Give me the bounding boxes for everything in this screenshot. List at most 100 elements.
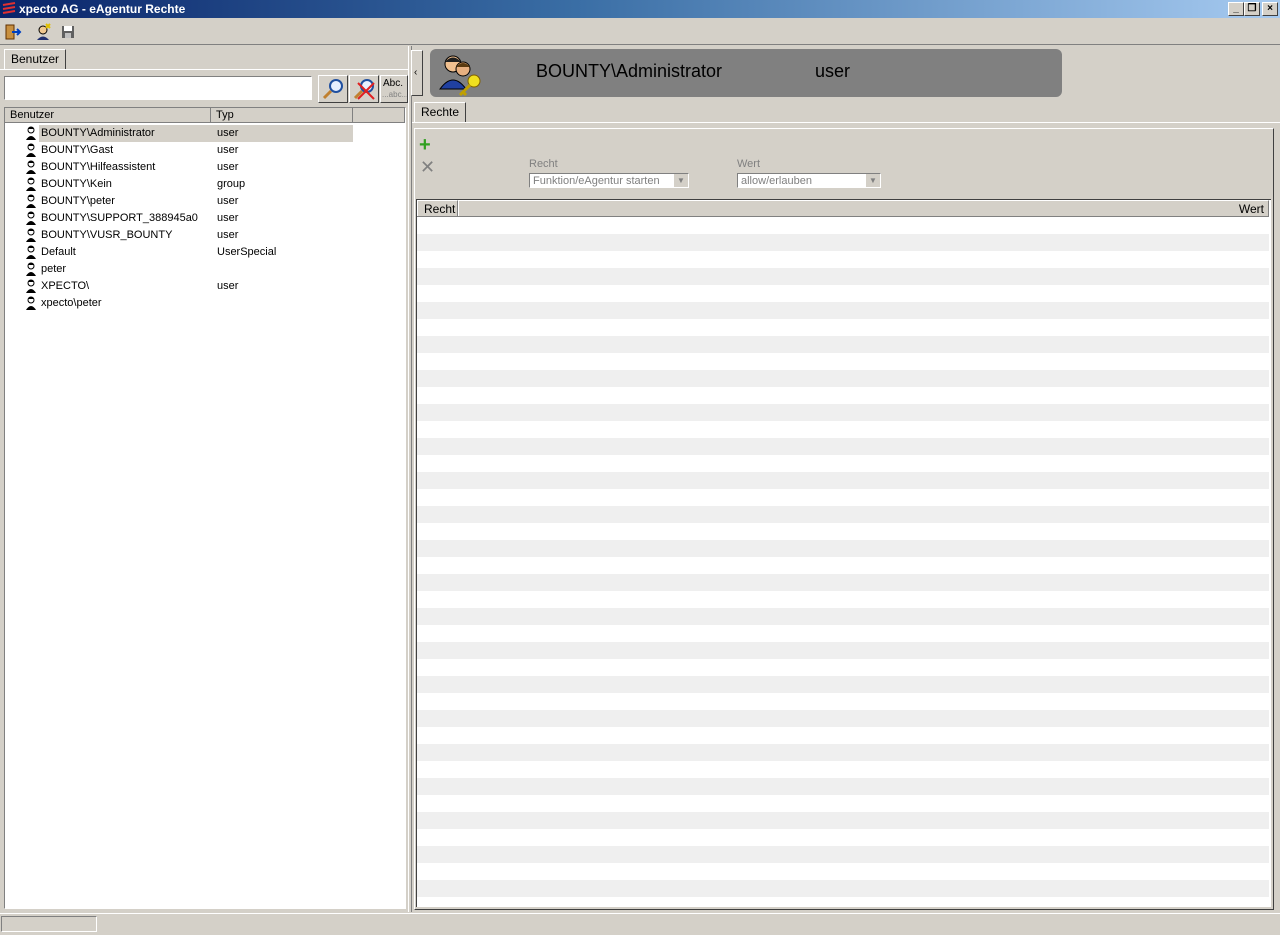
user-list-row[interactable]: XPECTO\ user: [5, 278, 405, 295]
grid-empty-row: [417, 285, 1269, 302]
user-name: BOUNTY\VUSR_BOUNTY: [41, 229, 173, 241]
grid-empty-row: [417, 404, 1269, 421]
user-icon: [26, 211, 36, 225]
user-list-row[interactable]: BOUNTY\Hilfeassistent user: [5, 159, 405, 176]
grid-empty-row: [417, 387, 1269, 404]
user-list-row[interactable]: peter: [5, 261, 405, 278]
grid-empty-row: [417, 302, 1269, 319]
grid-empty-row: [417, 795, 1269, 812]
grid-empty-row: [417, 727, 1269, 744]
grid-empty-row: [417, 540, 1269, 557]
new-user-icon[interactable]: [34, 23, 52, 41]
rights-panel: BOUNTY\Administrator user Rechte + ✕ Rec…: [412, 46, 1280, 912]
match-case-button[interactable]: Abc. ...abc...: [380, 75, 408, 103]
user-list-row[interactable]: Default UserSpecial: [5, 244, 405, 261]
grid-empty-row: [417, 574, 1269, 591]
rechte-grid[interactable]: Recht Wert: [416, 199, 1271, 907]
grid-empty-row: [417, 489, 1269, 506]
user-list-row[interactable]: xpecto\peter: [5, 295, 405, 312]
column-header-benutzer[interactable]: Benutzer: [5, 108, 211, 123]
user-name: BOUNTY\Kein: [41, 178, 112, 190]
app-logo-icon: [2, 2, 16, 14]
grid-empty-row: [417, 506, 1269, 523]
column-header-recht[interactable]: Recht: [417, 200, 458, 216]
toolbar: [0, 20, 1280, 45]
grid-empty-row: [417, 744, 1269, 761]
column-header-wert[interactable]: Wert: [458, 200, 1269, 216]
grid-empty-row: [417, 846, 1269, 863]
user-type: UserSpecial: [217, 246, 277, 258]
user-name: BOUNTY\Administrator: [39, 125, 216, 142]
wert-label: Wert: [737, 158, 761, 170]
rechte-page: + ✕ Recht Funktion/eAgentur starten ▼ We…: [414, 128, 1274, 910]
user-list-row[interactable]: BOUNTY\SUPPORT_388945a0 user: [5, 210, 405, 227]
user-icon: [26, 262, 36, 276]
grid-empty-row: [417, 642, 1269, 659]
close-button[interactable]: ×: [1262, 2, 1278, 16]
grid-empty-row: [417, 625, 1269, 642]
user-icon: [26, 143, 36, 157]
match-case-label: Abc.: [383, 78, 404, 89]
search-input[interactable]: [4, 76, 312, 100]
grid-empty-row: [417, 336, 1269, 353]
exit-icon[interactable]: [4, 23, 22, 41]
user-type: [216, 261, 353, 278]
wert-select[interactable]: allow/erlauben ▼: [737, 173, 881, 188]
tab-rechte[interactable]: Rechte: [414, 102, 467, 122]
clear-search-icon: [353, 79, 375, 100]
restore-button[interactable]: ❐: [1244, 2, 1260, 16]
minimize-button[interactable]: _: [1228, 2, 1244, 16]
grid-empty-row: [417, 234, 1269, 251]
grid-empty-row: [417, 778, 1269, 795]
header-user-type: user: [815, 61, 851, 81]
grid-empty-row: [417, 370, 1269, 387]
user-icon: [26, 177, 36, 191]
chevron-down-icon: ▼: [865, 174, 880, 187]
chevron-down-icon: ▼: [673, 174, 688, 187]
user-list-row[interactable]: BOUNTY\Administrator user: [5, 125, 405, 142]
rechte-grid-header: Recht Wert: [417, 200, 1269, 217]
users-key-icon: [439, 55, 481, 97]
user-list-row[interactable]: BOUNTY\Kein group: [5, 176, 405, 193]
user-type: group: [217, 178, 246, 190]
user-icon: [26, 296, 36, 310]
grid-empty-row: [417, 659, 1269, 676]
magnifier-icon: [322, 79, 343, 100]
user-list[interactable]: Benutzer Typ BOUNTY\Administrator user BOU…: [4, 107, 406, 909]
tab-benutzer[interactable]: Benutzer: [4, 49, 67, 69]
user-icon: [26, 126, 36, 140]
recht-select[interactable]: Funktion/eAgentur starten ▼: [529, 173, 689, 188]
grid-empty-row: [417, 710, 1269, 727]
user-name: BOUNTY\Gast: [41, 144, 114, 156]
column-header-typ[interactable]: Typ: [211, 108, 353, 123]
grid-empty-row: [417, 829, 1269, 846]
search-button[interactable]: [318, 75, 348, 103]
save-icon[interactable]: [59, 23, 77, 41]
grid-empty-row: [417, 591, 1269, 608]
wert-select-value: allow/erlauben: [741, 175, 812, 187]
user-type: user: [217, 144, 239, 156]
grid-empty-row: [417, 353, 1269, 370]
delete-icon[interactable]: ✕: [420, 158, 435, 176]
user-name: BOUNTY\Hilfeassistent: [41, 161, 156, 173]
user-icon: [26, 194, 36, 208]
user-list-row[interactable]: BOUNTY\peter user: [5, 193, 405, 210]
user-icon: [26, 279, 36, 293]
match-case-sublabel: ...abc...: [382, 90, 408, 99]
user-list-row[interactable]: BOUNTY\VUSR_BOUNTY user: [5, 227, 405, 244]
user-icon: [26, 245, 36, 259]
grid-empty-row: [417, 676, 1269, 693]
grid-empty-row: [417, 812, 1269, 829]
user-list-row[interactable]: BOUNTY\Gast user: [5, 142, 405, 159]
user-name: BOUNTY\peter: [41, 195, 115, 207]
column-header-filler: [353, 108, 405, 123]
status-bar: [0, 913, 1280, 935]
clear-search-button[interactable]: [349, 75, 379, 103]
window-title: xpecto AG - eAgentur Rechte: [19, 2, 186, 16]
grid-empty-row: [417, 217, 1269, 234]
status-panel: [1, 916, 97, 932]
user-name: Default: [41, 246, 76, 258]
title-bar: xpecto AG - eAgentur Rechte _ ❐ ×: [0, 0, 1280, 18]
user-type: user: [216, 125, 353, 142]
add-icon[interactable]: +: [419, 135, 431, 155]
